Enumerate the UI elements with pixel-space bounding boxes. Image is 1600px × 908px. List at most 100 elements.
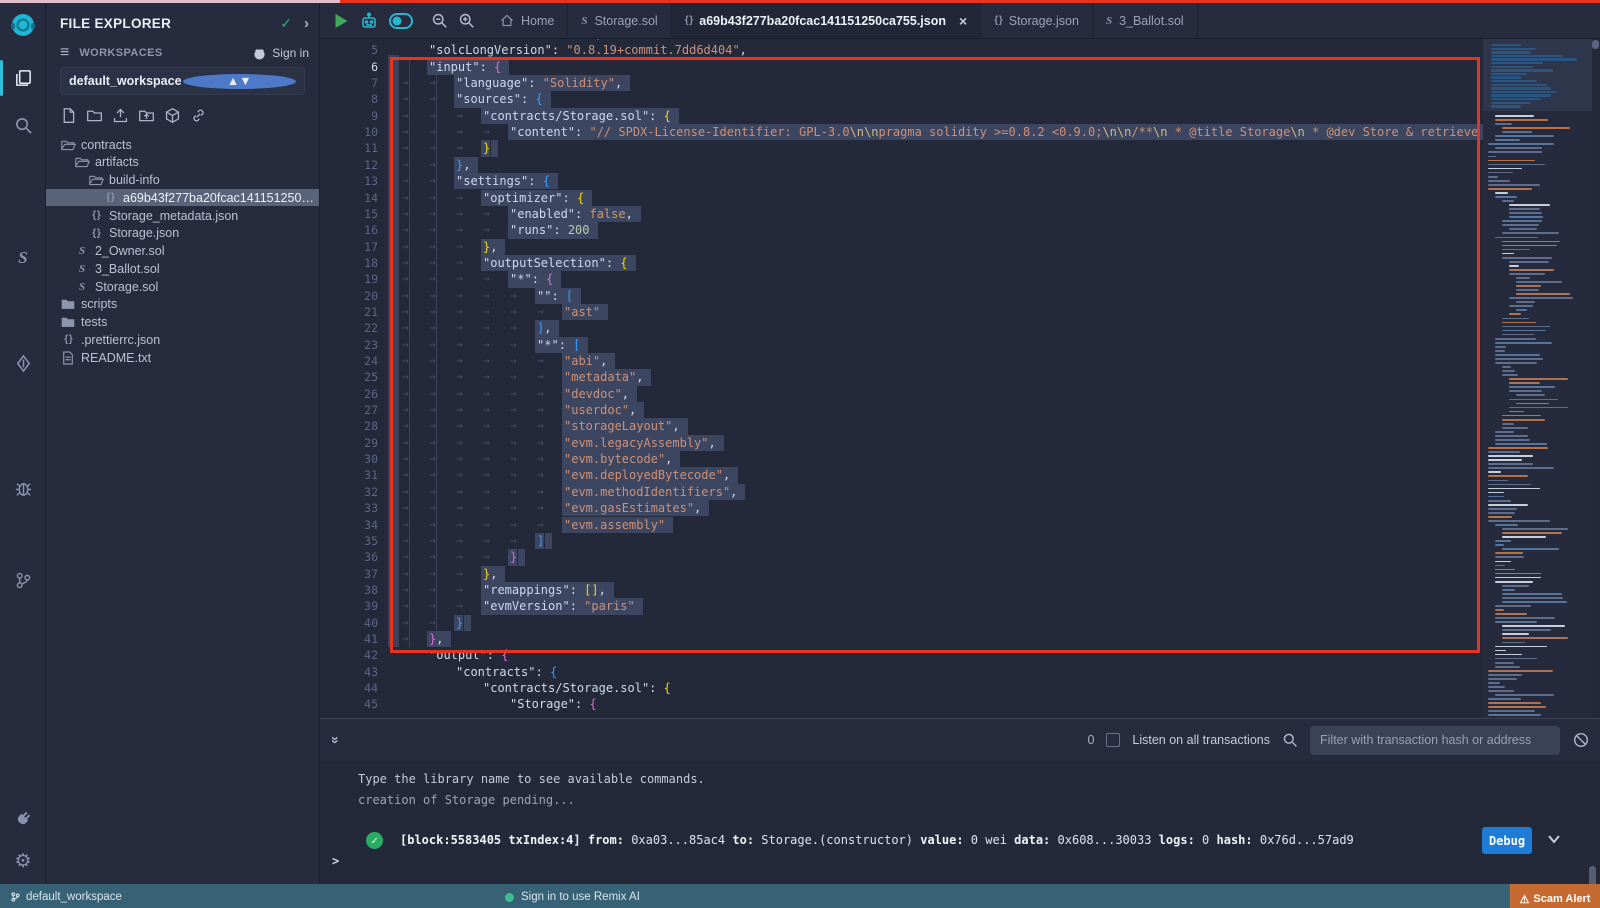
- sidebar-item-git[interactable]: [0, 562, 46, 598]
- code-line[interactable]: 44"contracts/Storage.sol": {: [320, 680, 1483, 696]
- code-line[interactable]: 5"solcLongVersion": "0.8.19+commit.7dd6d…: [320, 42, 1483, 58]
- cube-icon[interactable]: [164, 107, 181, 124]
- code-line[interactable]: 33→→→→→→"evm.gasEstimates",: [320, 500, 1483, 516]
- code-line[interactable]: 35→→→→→]: [320, 533, 1483, 549]
- code-line[interactable]: 11→→→}: [320, 140, 1483, 156]
- tree-item[interactable]: contracts: [46, 136, 319, 153]
- code-line[interactable]: 18→→→"outputSelection": {: [320, 255, 1483, 271]
- code-line[interactable]: 22→→→→→],: [320, 320, 1483, 336]
- code-line[interactable]: 20→→→→→"": [: [320, 288, 1483, 304]
- code-line[interactable]: 12→→},: [320, 157, 1483, 173]
- transaction-row[interactable]: ✓ [block:5583405 txIndex:4] from: 0xa03.…: [320, 823, 1600, 857]
- upload-file-icon[interactable]: [112, 107, 129, 124]
- remix-ai-robot-icon[interactable]: [359, 12, 379, 30]
- code-line[interactable]: 30→→→→→→"evm.bytecode",: [320, 451, 1483, 467]
- tab[interactable]: { }Storage.json: [981, 3, 1093, 38]
- tree-item[interactable]: artifacts: [46, 154, 319, 171]
- scrollbar-thumb[interactable]: [1592, 40, 1599, 49]
- debug-button[interactable]: Debug: [1482, 827, 1532, 854]
- sidebar-item-settings[interactable]: ⚙: [0, 843, 46, 879]
- workspace-dropdown-icon[interactable]: ▲▼: [183, 74, 297, 89]
- code-line[interactable]: 34→→→→→→"evm.assembly": [320, 517, 1483, 533]
- tree-item[interactable]: S2_Owner.sol: [46, 243, 319, 260]
- block-icon[interactable]: [1572, 731, 1590, 749]
- code-line[interactable]: 15→→→→"enabled": false,: [320, 206, 1483, 222]
- code-line[interactable]: 41→},: [320, 631, 1483, 647]
- code-line[interactable]: 23→→→→→"*": [: [320, 337, 1483, 353]
- sidebar-item-plugin-manager[interactable]: [0, 800, 46, 836]
- statusbar-ai-signin[interactable]: Sign in to use Remix AI: [505, 891, 640, 903]
- tab[interactable]: S3_Ballot.sol: [1093, 3, 1198, 38]
- code-line[interactable]: 45"Storage": {: [320, 696, 1483, 712]
- zoom-in-icon[interactable]: [458, 12, 475, 29]
- transaction-filter-input[interactable]: [1310, 726, 1560, 755]
- chevron-down-icon[interactable]: [1546, 831, 1562, 847]
- code-line[interactable]: 26→→→→→→"devdoc",: [320, 386, 1483, 402]
- code-line[interactable]: 7→→"language": "Solidity",: [320, 75, 1483, 91]
- code-line[interactable]: 31→→→→→→"evm.deployedBytecode",: [320, 467, 1483, 483]
- tree-item[interactable]: SStorage.sol: [46, 278, 319, 295]
- code-line[interactable]: 43"contracts": {: [320, 664, 1483, 680]
- listen-checkbox[interactable]: [1106, 733, 1120, 747]
- terminal-prompt[interactable]: >: [332, 854, 339, 868]
- code-line[interactable]: 13→→"settings": {: [320, 173, 1483, 189]
- tree-item[interactable]: build-info: [46, 172, 319, 189]
- hamburger-menu-icon[interactable]: ≡: [60, 44, 69, 62]
- tab[interactable]: SStorage.sol: [568, 3, 671, 38]
- code-line[interactable]: 36→→→→}: [320, 549, 1483, 565]
- tree-item[interactable]: S3_Ballot.sol: [46, 260, 319, 277]
- code-line[interactable]: 25→→→→→→"metadata",: [320, 369, 1483, 385]
- statusbar-workspace[interactable]: default_workspace: [10, 891, 122, 903]
- tab[interactable]: { }a69b43f277ba20fcac141151250ca755.json…: [672, 3, 981, 38]
- run-script-icon[interactable]: [334, 13, 349, 29]
- code-line[interactable]: 21→→→→→→"ast": [320, 304, 1483, 320]
- code-line[interactable]: 16→→→→"runs": 200: [320, 222, 1483, 238]
- code-line[interactable]: 27→→→→→→"userdoc",: [320, 402, 1483, 418]
- editor-scrollbar[interactable]: [1592, 39, 1600, 718]
- code-line[interactable]: 9→→→"contracts/Storage.sol": {: [320, 108, 1483, 124]
- sidebar-item-deploy-run[interactable]: [0, 345, 46, 381]
- link-icon[interactable]: [190, 107, 207, 124]
- new-folder-icon[interactable]: [86, 107, 103, 124]
- code-line[interactable]: 28→→→→→→"storageLayout",: [320, 418, 1483, 434]
- tree-item[interactable]: scripts: [46, 296, 319, 313]
- tree-item[interactable]: { }Storage_metadata.json: [46, 207, 319, 224]
- code-line[interactable]: 10→→→→"content": "// SPDX-License-Identi…: [320, 124, 1483, 140]
- code-line[interactable]: 8→→"sources": {: [320, 91, 1483, 107]
- tree-item[interactable]: { }Storage.json: [46, 225, 319, 242]
- workspace-selector[interactable]: default_workspace ▲▼: [60, 67, 305, 95]
- sidebar-item-debugger[interactable]: [0, 470, 46, 506]
- code-line[interactable]: 17→→→},: [320, 239, 1483, 255]
- terminal-body[interactable]: Type the library name to see available c…: [320, 761, 1600, 884]
- code-line[interactable]: 32→→→→→→"evm.methodIdentifiers",: [320, 484, 1483, 500]
- sidebar-item-search[interactable]: [0, 107, 46, 143]
- code-line[interactable]: 24→→→→→→"abi",: [320, 353, 1483, 369]
- sidebar-item-file-explorer[interactable]: [0, 60, 46, 96]
- code-editor[interactable]: 4"solcVersion": "0.8.19",5"solcLongVersi…: [320, 39, 1600, 718]
- sidebar-item-solidity-compiler[interactable]: S: [0, 240, 46, 276]
- code-line[interactable]: 29→→→→→→"evm.legacyAssembly",: [320, 435, 1483, 451]
- code-line[interactable]: 40→→}: [320, 615, 1483, 631]
- close-icon[interactable]: ×: [959, 13, 967, 29]
- code-line[interactable]: 42"output": {: [320, 647, 1483, 663]
- chevron-right-icon[interactable]: ›: [304, 15, 309, 32]
- minimap[interactable]: [1483, 39, 1592, 718]
- tree-item[interactable]: { }.prettierrc.json: [46, 331, 319, 348]
- new-file-icon[interactable]: [60, 107, 77, 124]
- zoom-out-icon[interactable]: [431, 12, 448, 29]
- tree-item[interactable]: { }a69b43f277ba20fcac141151250ca7...: [46, 189, 319, 206]
- code-line[interactable]: 37→→→},: [320, 566, 1483, 582]
- tree-item[interactable]: README.txt: [46, 349, 319, 366]
- code-line[interactable]: 6"input": {: [320, 59, 1483, 75]
- scam-alert-button[interactable]: ⚠ Scam Alert: [1510, 884, 1600, 908]
- code-line[interactable]: 14→→→"optimizer": {: [320, 190, 1483, 206]
- ai-copilot-toggle-icon[interactable]: [389, 13, 413, 29]
- upload-folder-icon[interactable]: [138, 107, 155, 124]
- remix-logo-icon[interactable]: [0, 7, 46, 47]
- tree-item[interactable]: tests: [46, 314, 319, 331]
- github-signin-button[interactable]: Sign in: [252, 46, 309, 60]
- code-line[interactable]: 39→→→"evmVersion": "paris": [320, 598, 1483, 614]
- expand-terminal-icon[interactable]: »: [328, 736, 344, 744]
- code-line[interactable]: 38→→→"remappings": [],: [320, 582, 1483, 598]
- code-line[interactable]: 19→→→→"*": {: [320, 271, 1483, 287]
